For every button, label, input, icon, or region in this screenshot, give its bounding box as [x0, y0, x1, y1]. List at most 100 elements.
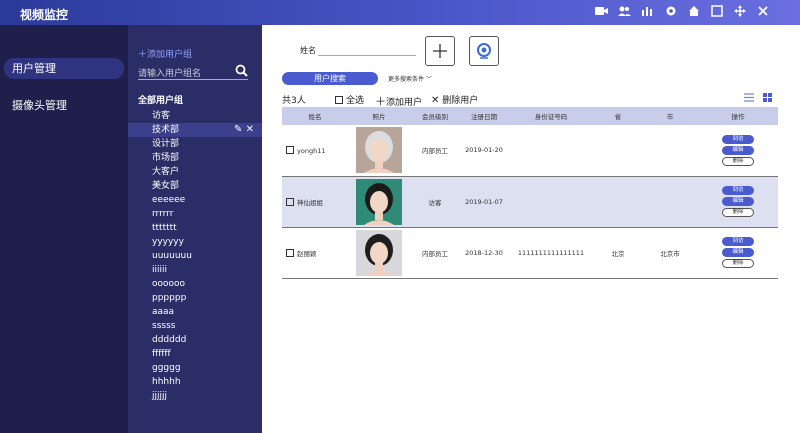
cell-city [642, 125, 698, 176]
delete-user-button[interactable]: ✕ 删除用户 [431, 93, 478, 106]
group-item[interactable]: 美女部 [128, 179, 262, 193]
search-icon[interactable] [235, 64, 248, 77]
visit-button[interactable]: 到访 [722, 134, 754, 144]
close-icon[interactable]: ✕ [246, 124, 254, 135]
group-item[interactable]: 设计部 [128, 137, 262, 151]
cell-level: 访客 [428, 198, 442, 207]
plus-icon [433, 44, 447, 58]
group-search-placeholder: 请输入用户组名 [138, 69, 202, 79]
add-button[interactable] [425, 36, 455, 66]
group-item[interactable]: uuuuuuu [128, 249, 262, 263]
group-item[interactable]: 市场部 [128, 151, 262, 165]
group-item-label: 技术部 [152, 125, 180, 135]
group-item[interactable]: jjjjjj [128, 389, 262, 403]
user-group-panel: ＋添加用户组 请输入用户组名 全部用户组 访客 技术部 ✎ ✕ 设计部 市场部 大客户 美女… [128, 25, 262, 433]
name-input[interactable] [318, 42, 416, 56]
group-item[interactable]: 技术部 ✎ ✕ [128, 123, 262, 137]
app-title: 视频监控 [20, 8, 69, 22]
cell-date: 2019-01-20 [465, 146, 503, 155]
group-item-label: eeeeee [152, 195, 186, 205]
edit-button[interactable]: 编辑 [722, 145, 754, 155]
cell-actions: 到访 编辑 删除 [698, 227, 778, 278]
nav-item-camera-management[interactable]: 摄像头管理 [4, 95, 124, 116]
user-search-button[interactable]: 用户搜索 [282, 72, 378, 85]
user-photo [356, 229, 402, 276]
move-icon[interactable] [732, 5, 747, 20]
cell-city [642, 176, 698, 227]
cell-province [594, 125, 642, 176]
name-label: 姓名 [300, 46, 316, 55]
visit-button[interactable]: 到访 [722, 186, 754, 195]
cell-photo [348, 125, 410, 176]
plus-icon: ＋ [138, 50, 148, 60]
col-level: 会员级别 [422, 113, 448, 121]
grid-view-icon[interactable] [763, 93, 772, 102]
group-item[interactable]: ggggg [128, 361, 262, 375]
home-icon[interactable] [686, 5, 701, 20]
row-checkbox[interactable] [286, 145, 294, 154]
table-header-row: 姓名 照片 会员级别 注册日期 身份证号码 省 市 操作 [282, 107, 778, 125]
close-icon[interactable] [755, 5, 770, 20]
gear-icon[interactable] [663, 5, 678, 20]
select-all-label: 全选 [346, 96, 365, 106]
group-item[interactable]: 访客 [128, 109, 262, 123]
group-item-label: pppppp [152, 293, 187, 303]
group-item[interactable]: pppppp [128, 291, 262, 305]
group-item[interactable]: rrrrrr [128, 207, 262, 221]
checkbox-icon [335, 96, 343, 104]
group-item-label: 大客户 [152, 167, 180, 177]
group-item[interactable]: oooooo [128, 277, 262, 291]
window-icon[interactable] [709, 5, 724, 20]
group-item-label: 美女部 [152, 181, 180, 191]
select-all-checkbox[interactable]: 全选 [335, 93, 364, 106]
list-view-icon[interactable] [744, 93, 755, 102]
nav-item-user-management[interactable]: 用户管理 [4, 58, 124, 79]
table-row[interactable]: 神仙姐姐 访客 2019-01-07 到访 编辑 删除 [282, 176, 778, 227]
cell-name: 神仙姐姐 [282, 176, 348, 227]
delete-user-label: 删除用户 [442, 96, 479, 106]
bar-chart-icon[interactable] [640, 5, 655, 20]
group-list: 访客 技术部 ✎ ✕ 设计部 市场部 大客户 美女部 eeeeee rrrrrr ttttttt y… [128, 109, 262, 403]
group-item[interactable]: ttttttt [128, 221, 262, 235]
user-photo [356, 178, 402, 225]
webcam-button[interactable] [469, 36, 499, 66]
group-item-label: hhhhh [152, 377, 181, 387]
group-item[interactable]: yyyyyy [128, 235, 262, 249]
users-icon[interactable] [617, 5, 632, 20]
user-count: 共3人 [282, 96, 306, 106]
group-item[interactable]: dddddd [128, 333, 262, 347]
edit-button[interactable]: 编辑 [722, 248, 754, 257]
topbar-icons [594, 5, 770, 20]
cell-name: yongh11 [282, 125, 348, 176]
delete-button[interactable]: 删除 [722, 156, 754, 166]
group-item[interactable]: eeeeee [128, 193, 262, 207]
delete-button[interactable]: 删除 [722, 259, 754, 268]
edit-icon[interactable]: ✎ [234, 124, 242, 135]
cell-id [508, 176, 594, 227]
row-checkbox[interactable] [286, 248, 294, 257]
camera-icon[interactable] [594, 5, 609, 20]
webcam-icon [477, 43, 491, 59]
group-item[interactable]: iiiiii [128, 263, 262, 277]
table-row[interactable]: 赵丽颖 内部员工 2018-12-30 1111111111111111 北京 北京市 到访… [282, 227, 778, 278]
add-group-button[interactable]: ＋添加用户组 [138, 47, 192, 60]
more-search-conditions[interactable]: 更多搜索条件 ﹀ [388, 74, 432, 83]
group-item[interactable]: sssss [128, 319, 262, 333]
col-name: 姓名 [308, 113, 322, 121]
group-item[interactable]: aaaa [128, 305, 262, 319]
group-item[interactable]: hhhhh [128, 375, 262, 389]
col-province: 省 [614, 113, 622, 121]
add-group-label: 添加用户组 [147, 50, 193, 60]
table-row[interactable]: yongh11 内部员工 2019-01-20 到访 编辑 删除 [282, 125, 778, 176]
group-item-label: aaaa [152, 307, 175, 317]
user-name: yongh11 [297, 146, 326, 155]
group-search-input[interactable]: 请输入用户组名 [138, 64, 248, 80]
delete-button[interactable]: 删除 [722, 208, 754, 217]
group-item[interactable]: 大客户 [128, 165, 262, 179]
row-checkbox[interactable] [286, 197, 294, 206]
edit-button[interactable]: 编辑 [722, 197, 754, 206]
visit-button[interactable]: 到访 [722, 237, 754, 246]
group-item-label: ggggg [152, 363, 181, 373]
group-item[interactable]: ffffff [128, 347, 262, 361]
group-actions: ✎ ✕ [234, 123, 254, 137]
